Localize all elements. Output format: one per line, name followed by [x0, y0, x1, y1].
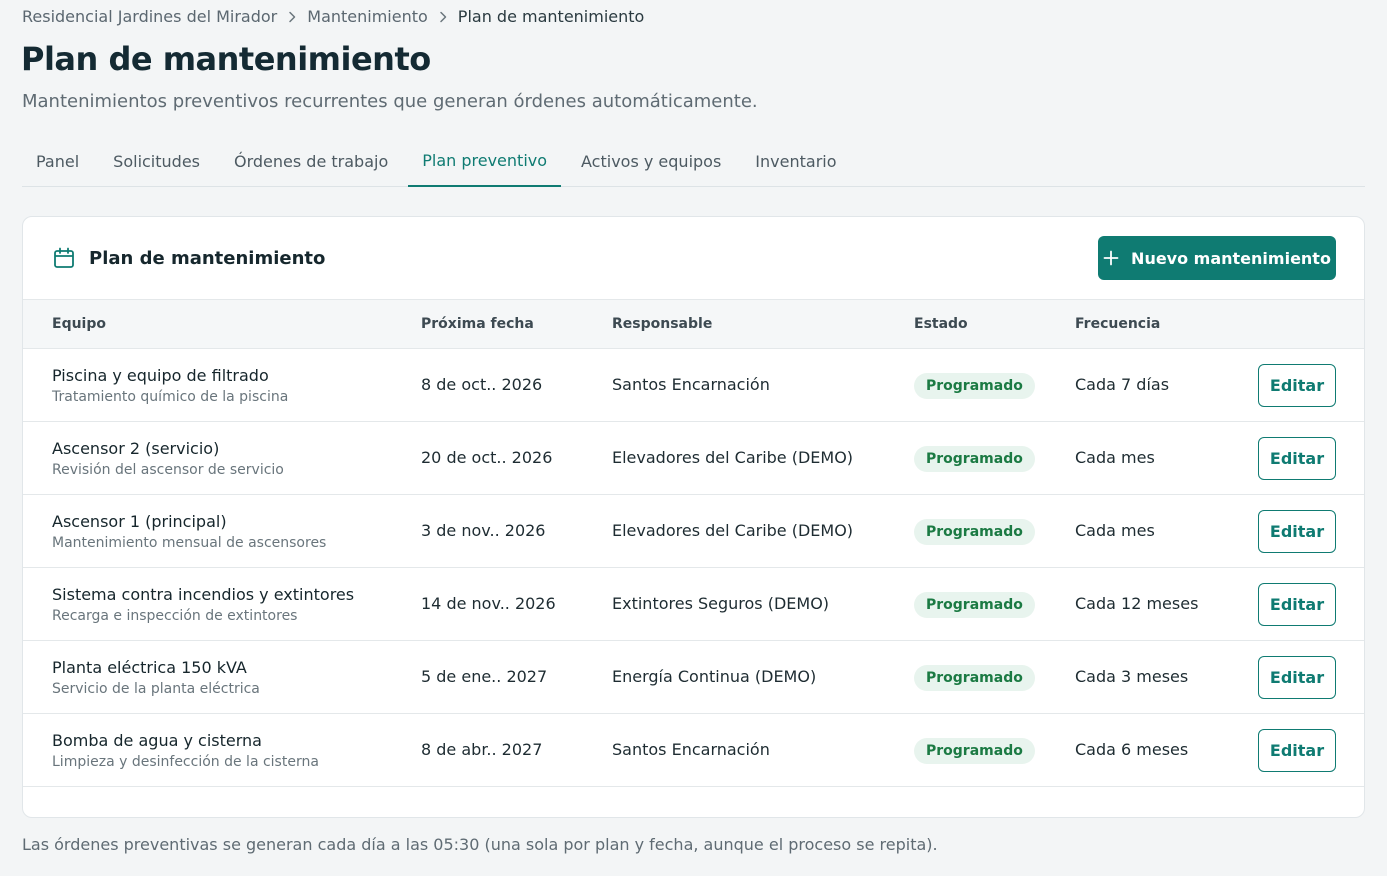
equipment-name: Bomba de agua y cisterna	[52, 731, 262, 750]
plus-icon	[1103, 250, 1119, 266]
equipment-description: Recarga e inspección de extintores	[52, 608, 298, 624]
table-row: Bomba de agua y cisterna Limpieza y desi…	[23, 714, 1364, 787]
frequency: Cada 3 meses	[1075, 667, 1189, 686]
status-badge: Programado	[914, 519, 1035, 545]
column-header-proxima-fecha: Próxima fecha	[421, 316, 534, 332]
frequency: Cada 6 meses	[1075, 740, 1189, 759]
frequency: Cada mes	[1075, 521, 1155, 540]
column-header-estado: Estado	[914, 316, 968, 332]
breadcrumb-link-residencial[interactable]: Residencial Jardines del Mirador	[22, 7, 277, 26]
edit-button[interactable]: Editar	[1258, 583, 1336, 626]
equipment-name: Ascensor 1 (principal)	[52, 512, 227, 531]
equipment-description: Mantenimiento mensual de ascensores	[52, 535, 327, 551]
status-badge: Programado	[914, 738, 1035, 764]
status-badge: Programado	[914, 665, 1035, 691]
responsible: Energía Continua (DEMO)	[612, 667, 817, 686]
next-date: 3 de nov.. 2026	[421, 521, 546, 540]
equipment-name: Planta eléctrica 150 kVA	[52, 658, 247, 677]
new-maintenance-label: Nuevo mantenimiento	[1131, 248, 1331, 268]
tab-plan-preventivo[interactable]: Plan preventivo	[408, 136, 562, 187]
equipment-description: Revisión del ascensor de servicio	[52, 462, 284, 478]
table-header: Equipo Próxima fecha Responsable Estado …	[23, 300, 1364, 349]
responsible: Extintores Seguros (DEMO)	[612, 594, 830, 613]
responsible: Elevadores del Caribe (DEMO)	[612, 448, 854, 467]
next-date: 5 de ene.. 2027	[421, 667, 548, 686]
calendar-icon	[53, 247, 75, 269]
page-title: Plan de mantenimiento	[21, 40, 431, 78]
equipment-description: Servicio de la planta eléctrica	[52, 681, 260, 697]
responsible: Santos Encarnación	[612, 740, 770, 759]
equipment-description: Tratamiento químico de la piscina	[52, 389, 289, 405]
edit-button[interactable]: Editar	[1258, 437, 1336, 480]
next-date: 14 de nov.. 2026	[421, 594, 556, 613]
table-row: Sistema contra incendios y extintores Re…	[23, 568, 1364, 641]
frequency: Cada 12 meses	[1075, 594, 1199, 613]
chevron-right-icon	[439, 11, 447, 23]
column-header-frecuencia: Frecuencia	[1075, 316, 1161, 332]
status-badge: Programado	[914, 592, 1035, 618]
column-header-equipo: Equipo	[52, 316, 106, 332]
edit-button[interactable]: Editar	[1258, 729, 1336, 772]
tab-ordenes-de-trabajo[interactable]: Órdenes de trabajo	[220, 136, 402, 186]
status-badge: Programado	[914, 446, 1035, 472]
footnote: Las órdenes preventivas se generan cada …	[22, 835, 938, 854]
edit-button[interactable]: Editar	[1258, 656, 1336, 699]
table-row: Ascensor 2 (servicio) Revisión del ascen…	[23, 422, 1364, 495]
equipment-description: Limpieza y desinfección de la cisterna	[52, 754, 319, 770]
responsible: Santos Encarnación	[612, 375, 770, 394]
frequency: Cada 7 días	[1075, 375, 1170, 394]
edit-button[interactable]: Editar	[1258, 364, 1336, 407]
table-row: Planta eléctrica 150 kVA Servicio de la …	[23, 641, 1364, 714]
breadcrumb: Residencial Jardines del Mirador Manteni…	[22, 7, 644, 26]
next-date: 8 de abr.. 2027	[421, 740, 543, 759]
tab-panel[interactable]: Panel	[22, 136, 93, 186]
table-row: Piscina y equipo de filtrado Tratamiento…	[23, 349, 1364, 422]
card-header: Plan de mantenimiento Nuevo mantenimient…	[23, 217, 1364, 300]
frequency: Cada mes	[1075, 448, 1155, 467]
new-maintenance-button[interactable]: Nuevo mantenimiento	[1098, 236, 1336, 280]
tab-bar: Panel Solicitudes Órdenes de trabajo Pla…	[22, 136, 1365, 187]
breadcrumb-current: Plan de mantenimiento	[457, 7, 645, 26]
equipment-name: Sistema contra incendios y extintores	[52, 585, 355, 604]
equipment-name: Piscina y equipo de filtrado	[52, 366, 269, 385]
edit-button[interactable]: Editar	[1258, 510, 1336, 553]
breadcrumb-link-mantenimiento[interactable]: Mantenimiento	[307, 7, 428, 26]
maintenance-plan-card: Plan de mantenimiento Nuevo mantenimient…	[22, 216, 1365, 818]
tab-activos-y-equipos[interactable]: Activos y equipos	[567, 136, 735, 186]
next-date: 8 de oct.. 2026	[421, 375, 543, 394]
tab-inventario[interactable]: Inventario	[741, 136, 850, 186]
card-title-text: Plan de mantenimiento	[89, 247, 326, 269]
page-subtitle: Mantenimientos preventivos recurrentes q…	[22, 91, 758, 112]
page: Residencial Jardines del Mirador Manteni…	[0, 0, 1387, 876]
table-row: Ascensor 1 (principal) Mantenimiento men…	[23, 495, 1364, 568]
responsible: Elevadores del Caribe (DEMO)	[612, 521, 854, 540]
equipment-name: Ascensor 2 (servicio)	[52, 439, 220, 458]
status-badge: Programado	[914, 373, 1035, 399]
card-title: Plan de mantenimiento	[53, 247, 325, 269]
chevron-right-icon	[288, 11, 296, 23]
column-header-responsable: Responsable	[612, 316, 713, 332]
tab-solicitudes[interactable]: Solicitudes	[99, 136, 214, 186]
next-date: 20 de oct.. 2026	[421, 448, 553, 467]
